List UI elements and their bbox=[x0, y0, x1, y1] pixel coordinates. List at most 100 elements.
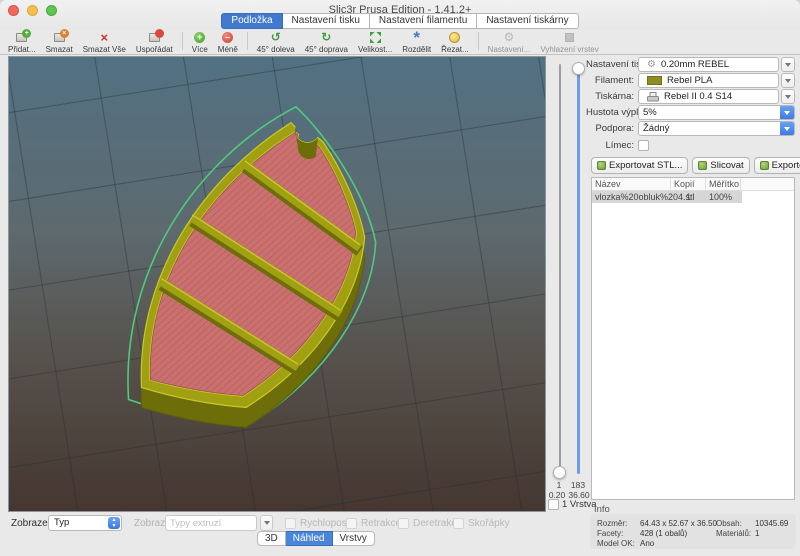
delete-button[interactable]: × Smazat bbox=[41, 31, 78, 54]
gear-icon: ⚙ bbox=[504, 31, 515, 44]
model-ok-value: Ano bbox=[640, 539, 654, 548]
display-type-select[interactable]: Typ ▲▼ bbox=[48, 515, 122, 531]
rotate-left-button[interactable]: ↺ 45° doleva bbox=[252, 31, 300, 54]
retract-label: Retrakce bbox=[361, 518, 401, 529]
object-copies: 1 bbox=[671, 191, 706, 203]
model-ok-label: Model OK: bbox=[597, 539, 635, 548]
column-scale[interactable]: Měřítko bbox=[706, 178, 741, 191]
column-name[interactable]: Název bbox=[592, 178, 671, 191]
layer-slider-low[interactable] bbox=[559, 64, 561, 474]
stepper-arrows-icon: ▲▼ bbox=[108, 517, 120, 529]
scale-arrows-icon bbox=[369, 31, 382, 44]
shells-label: Skořápky bbox=[468, 518, 510, 529]
tab-plater[interactable]: Podložka bbox=[221, 13, 282, 29]
low-slider-thumb[interactable] bbox=[553, 466, 566, 479]
volume-label: Obsah: bbox=[716, 519, 742, 528]
add-button[interactable]: + Přidat... bbox=[3, 31, 41, 54]
gear-icon: ⚙ bbox=[647, 60, 656, 70]
materials-label: Materiálů: bbox=[716, 529, 751, 538]
rotate-cw-icon: ↻ bbox=[321, 31, 331, 44]
toolbar-separator bbox=[182, 32, 183, 50]
filament-dropdown[interactable] bbox=[781, 73, 795, 88]
retract-checkbox[interactable] bbox=[346, 518, 357, 529]
chevron-down-icon bbox=[264, 521, 270, 528]
view-preview-button[interactable]: Náhled bbox=[286, 531, 333, 546]
preview-canvas bbox=[9, 57, 545, 511]
arrange-button[interactable]: Uspořádat bbox=[131, 31, 178, 54]
infill-dropdown[interactable] bbox=[780, 105, 794, 120]
layer-slider-column: 1 183 0.20 36.60 1 Vrstva bbox=[546, 56, 586, 512]
print-settings-dropdown[interactable] bbox=[781, 57, 795, 72]
view-layers-button[interactable]: Vrstvy bbox=[333, 531, 375, 546]
object-list[interactable]: Název Kopií Měřítko vlozka%20obluk%204.s… bbox=[591, 177, 795, 500]
size-value: 64.43 x 52.67 x 36.50 bbox=[640, 519, 717, 528]
layer-slider-high[interactable] bbox=[577, 64, 580, 474]
infill-density-combo[interactable]: 5% bbox=[638, 105, 795, 120]
extrusion-type-input[interactable] bbox=[165, 515, 257, 531]
single-layer-checkbox[interactable] bbox=[548, 499, 559, 510]
print-settings-label: Nastavení tisku: bbox=[586, 59, 638, 70]
tab-printer-settings[interactable]: Nastavení tiskárny bbox=[477, 13, 578, 29]
filament-label: Filament: bbox=[586, 75, 638, 86]
chevron-down-icon bbox=[784, 127, 790, 134]
delete-all-button[interactable]: × Smazat Vše bbox=[78, 31, 131, 54]
layer-smoothing-button[interactable]: Vyhlazení vrstev bbox=[535, 31, 603, 54]
brim-checkbox[interactable] bbox=[638, 140, 649, 151]
layer-smoothing-icon bbox=[565, 31, 574, 44]
tab-filament-settings[interactable]: Nastavení filamentu bbox=[370, 13, 477, 29]
facets-label: Facety: bbox=[597, 529, 623, 538]
split-icon: * bbox=[413, 31, 420, 44]
add-object-icon: + bbox=[16, 31, 27, 44]
size-label: Rozměr: bbox=[597, 519, 627, 528]
gcode-icon bbox=[760, 161, 769, 170]
printer-label: Tiskárna: bbox=[586, 91, 638, 102]
filament-color-swatch bbox=[647, 76, 662, 85]
filament-combo[interactable]: Rebel PLA bbox=[638, 73, 779, 88]
fewer-copies-button[interactable]: – Méně bbox=[213, 31, 243, 54]
rotate-right-button[interactable]: ↻ 45° doprava bbox=[300, 31, 353, 54]
toolbar: + Přidat... × Smazat × Smazat Vše Uspořá… bbox=[0, 30, 800, 55]
support-dropdown[interactable] bbox=[780, 121, 794, 136]
print-settings-combo[interactable]: ⚙ 0.20mm REBEL bbox=[638, 57, 779, 72]
object-name: vlozka%20obluk%204.stl bbox=[592, 191, 671, 203]
minus-icon: – bbox=[222, 31, 233, 44]
travel-checkbox[interactable] bbox=[285, 518, 296, 529]
deretract-checkbox[interactable] bbox=[398, 518, 409, 529]
object-scale: 100% bbox=[706, 191, 741, 203]
object-settings-button[interactable]: ⚙ Nastavení... bbox=[483, 31, 536, 54]
printer-combo[interactable]: Rebel II 0.4 S14 bbox=[638, 89, 779, 104]
export-gcode-button[interactable]: Exportovat G-kód... bbox=[754, 157, 800, 174]
table-row[interactable]: vlozka%20obluk%204.stl 1 100% bbox=[592, 191, 742, 203]
delete-object-icon: × bbox=[54, 31, 65, 44]
viewport-3d[interactable] bbox=[8, 56, 546, 512]
slice-button[interactable]: Slicovat bbox=[692, 157, 749, 174]
facets-value: 428 (1 obalů) bbox=[640, 529, 687, 538]
printer-icon bbox=[647, 92, 659, 102]
view-switch: 3D Náhled Vrstvy bbox=[257, 531, 375, 546]
cut-sphere-icon bbox=[449, 31, 460, 44]
shells-checkbox[interactable] bbox=[453, 518, 464, 529]
action-buttons: Exportovat STL... Slicovat Exportovat G-… bbox=[591, 157, 800, 174]
view-3d-button[interactable]: 3D bbox=[257, 531, 286, 546]
slice-icon bbox=[698, 161, 707, 170]
extrusion-type-dropdown[interactable] bbox=[260, 515, 273, 531]
split-button[interactable]: * Rozdělit bbox=[397, 31, 436, 54]
high-slider-thumb[interactable] bbox=[572, 62, 585, 75]
materials-value: 1 bbox=[755, 529, 759, 538]
delete-all-icon: × bbox=[100, 31, 108, 44]
column-copies[interactable]: Kopií bbox=[671, 178, 706, 191]
more-copies-button[interactable]: + Více bbox=[187, 31, 213, 54]
cut-button[interactable]: Řezat... bbox=[436, 31, 474, 54]
tab-print-settings[interactable]: Nastavení tisku bbox=[283, 13, 370, 29]
app-window: Slic3r Prusa Edition - 1.41.2+ Podložka … bbox=[0, 0, 800, 556]
support-combo[interactable]: Žádný bbox=[638, 121, 795, 136]
infill-density-label: Hustota výplně: bbox=[586, 107, 638, 118]
export-icon bbox=[597, 161, 606, 170]
chevron-down-icon bbox=[784, 111, 790, 118]
scale-button[interactable]: Velikost... bbox=[353, 31, 397, 54]
brim-label: Límec: bbox=[586, 140, 638, 151]
export-stl-button[interactable]: Exportovat STL... bbox=[591, 157, 688, 174]
toolbar-separator bbox=[247, 32, 248, 50]
tab-bar: Podložka Nastavení tisku Nastavení filam… bbox=[0, 13, 800, 29]
printer-dropdown[interactable] bbox=[781, 89, 795, 104]
